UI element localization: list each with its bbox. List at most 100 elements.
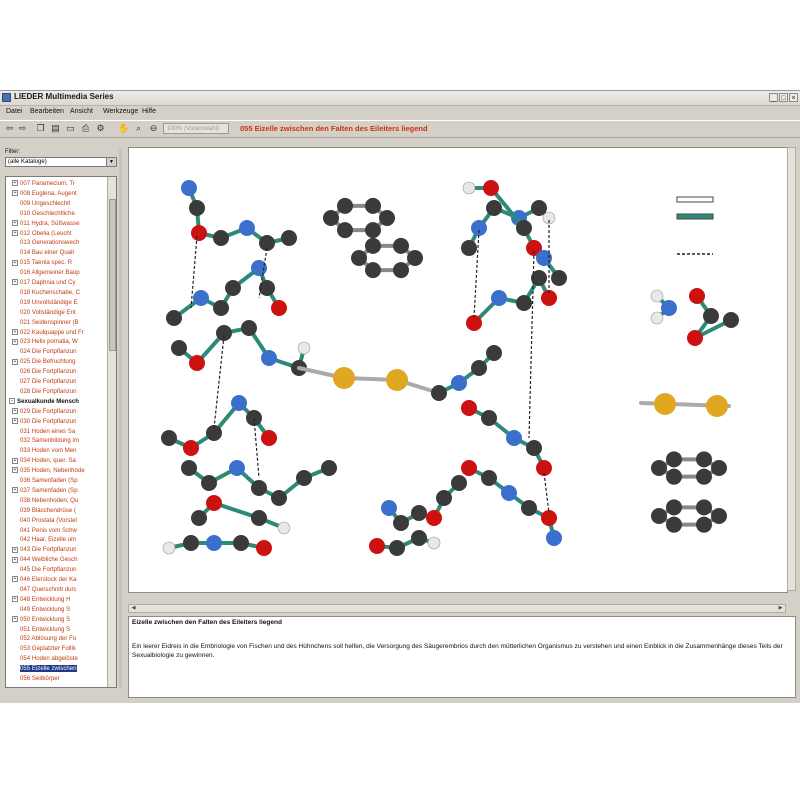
tree-item[interactable]: 040 Prostata (Vorstel xyxy=(12,516,116,525)
viewer-vertical-scrollbar[interactable] xyxy=(787,147,796,591)
tree-item[interactable]: 021 Seidenspinner (B xyxy=(12,318,116,327)
paste-icon[interactable]: ▤ xyxy=(50,123,61,134)
copy-icon[interactable]: ❐ xyxy=(35,123,46,134)
tree-item[interactable]: +008 Euglena, Augent xyxy=(12,189,116,198)
zoom-out-icon[interactable]: ⊖ xyxy=(148,123,159,134)
tree-item[interactable]: +025 Die Befruchtung xyxy=(12,357,116,366)
expand-icon[interactable]: + xyxy=(12,180,18,187)
print-icon[interactable]: ⎙ xyxy=(80,123,91,134)
chevron-down-icon[interactable]: ▼ xyxy=(106,158,116,166)
image-viewer[interactable] xyxy=(128,147,788,593)
back-arrow-icon[interactable]: ⇦ xyxy=(4,123,15,134)
tree-item[interactable]: 014 Bau einer Quall xyxy=(12,248,116,257)
tree-item[interactable]: 056 Seitkörper xyxy=(12,674,116,683)
expand-icon[interactable]: + xyxy=(12,328,18,335)
tree-item[interactable]: 038 Nebenhoden, Qu xyxy=(12,496,116,505)
tree-item[interactable]: 054 Hoden abgelöste xyxy=(12,654,116,663)
tree-item[interactable]: +050 Entwicklung S xyxy=(12,615,116,624)
tree-item[interactable]: +015 Taenia spec. R xyxy=(12,258,116,267)
scroll-left-icon[interactable]: ◀ xyxy=(129,605,138,612)
tree-item[interactable]: 047 Querschnitt durc xyxy=(12,585,116,594)
zoom-level-field[interactable]: 100% (Vorauswahl) xyxy=(163,123,229,134)
tree-item[interactable]: 027 Die Fortpflanzun xyxy=(12,377,116,386)
expand-icon[interactable]: + xyxy=(12,487,18,494)
expand-icon[interactable]: + xyxy=(12,229,18,236)
atom-c xyxy=(296,470,312,486)
expand-icon[interactable]: + xyxy=(12,546,18,553)
tree-section[interactable]: - Sexualkunde Mensch xyxy=(9,397,113,406)
tree-item[interactable]: 053 Geplatzter Follik xyxy=(12,644,116,653)
tree-item[interactable]: +007 Paramecium, Tr xyxy=(12,179,116,188)
expand-icon[interactable]: + xyxy=(12,556,18,563)
tree-item[interactable]: 024 Die Fortpflanzun xyxy=(12,347,116,356)
collapse-icon[interactable]: - xyxy=(9,398,15,405)
expand-icon[interactable]: + xyxy=(12,576,18,583)
tree-item[interactable]: +017 Daphnia und Cy xyxy=(12,278,116,287)
settings-icon[interactable]: ⚙ xyxy=(95,123,106,134)
expand-icon[interactable]: + xyxy=(12,259,18,266)
forward-arrow-icon[interactable]: ⇨ xyxy=(17,123,28,134)
expand-icon[interactable]: + xyxy=(12,219,18,226)
scroll-right-icon[interactable]: ▶ xyxy=(776,605,785,612)
tree-item[interactable]: 041 Penis vom Schw xyxy=(12,526,116,535)
expand-icon[interactable]: + xyxy=(12,279,18,286)
filter-select[interactable]: (alle Kataloge) ▼ xyxy=(5,157,117,167)
tree-item[interactable]: +035 Hoden, Nebenhode xyxy=(12,466,116,475)
tree-item[interactable]: +012 Obelia (Leucht xyxy=(12,229,116,238)
tree-item[interactable]: +044 Weibliche Gesch xyxy=(12,555,116,564)
pane-splitter[interactable] xyxy=(119,149,122,689)
menu-datei[interactable]: Datei xyxy=(6,108,22,115)
catalog-tree[interactable]: +007 Paramecium, Tr +008 Euglena, Augent 0… xyxy=(5,176,117,688)
expand-icon[interactable]: + xyxy=(12,457,18,464)
tree-item[interactable]: +030 Die Fortpflanzun xyxy=(12,417,116,426)
zoom-icon[interactable]: ⌕ xyxy=(133,123,144,134)
menu-bearbeiten[interactable]: Bearbeiten xyxy=(30,108,64,115)
document-icon[interactable]: ▭ xyxy=(65,123,76,134)
tree-item[interactable]: +029 Die Fortpflanzun xyxy=(12,407,116,416)
tree-item[interactable]: +043 Die Fortpflanzun xyxy=(12,545,116,554)
tree-item[interactable]: 009 Ungeschlechtl xyxy=(12,199,116,208)
tree-item[interactable]: 016 Allgemeiner Baup xyxy=(12,268,116,277)
tree-item[interactable]: +048 Entwicklung H xyxy=(12,595,116,604)
menu-werkzeuge[interactable]: Werkzeuge xyxy=(103,108,138,115)
expand-icon[interactable]: + xyxy=(12,596,18,603)
tree-item[interactable]: 013 Generationswech xyxy=(12,238,116,247)
viewer-horizontal-scrollbar[interactable]: ◀ ▶ xyxy=(128,604,786,613)
expand-icon[interactable]: + xyxy=(12,338,18,345)
expand-icon[interactable]: + xyxy=(12,408,18,415)
minimize-button[interactable]: _ xyxy=(769,93,778,102)
tree-item[interactable]: 020 Vollständige Ent xyxy=(12,308,116,317)
tree-item[interactable]: +046 Eierstock der Ka xyxy=(12,575,116,584)
tree-item[interactable]: +011 Hydra, Süßwasse xyxy=(12,219,116,228)
tree-item[interactable]: 039 Bläschendrüse ( xyxy=(12,506,116,515)
tree-item[interactable]: +022 Kaulquappe und Fr xyxy=(12,328,116,337)
tree-item[interactable]: 028 Die Fortpflanzun xyxy=(12,387,116,396)
tree-item[interactable]: 049 Entwicklung S xyxy=(12,605,116,614)
hand-icon[interactable]: ✋ xyxy=(118,123,129,134)
tree-item[interactable]: +034 Hoden, quer. Sa xyxy=(12,456,116,465)
tree-item[interactable]: 042 Haar, Eizelle um xyxy=(12,535,116,544)
tree-item[interactable]: 045 Die Fortpflanzun xyxy=(12,565,116,574)
tree-item[interactable]: 032 Samenbildung im xyxy=(12,436,116,445)
tree-item[interactable]: 051 Entwicklung S xyxy=(12,625,116,634)
expand-icon[interactable]: + xyxy=(12,467,18,474)
tree-item[interactable]: 026 Die Fortpflanzun xyxy=(12,367,116,376)
tree-item[interactable]: +023 Helix pomatia, W xyxy=(12,337,116,346)
tree-item[interactable]: +037 Samenfaden (Sp xyxy=(12,486,116,495)
tree-item[interactable]: 036 Samenfaden (Sp xyxy=(12,476,116,485)
menu-hilfe[interactable]: Hilfe xyxy=(142,108,156,115)
tree-item[interactable]: 031 Hoden eines Sa xyxy=(12,427,116,436)
tree-item[interactable]: 010 Geschlechtliche xyxy=(12,209,116,218)
maximize-button[interactable]: □ xyxy=(779,93,788,102)
expand-icon[interactable]: + xyxy=(12,190,18,197)
expand-icon[interactable]: + xyxy=(12,615,18,622)
tree-item[interactable]: 033 Hoden vom Men xyxy=(12,446,116,455)
close-button[interactable]: × xyxy=(789,93,798,102)
menu-ansicht[interactable]: Ansicht xyxy=(70,108,93,115)
expand-icon[interactable]: + xyxy=(12,417,18,424)
tree-item[interactable]: 055 Eizelle zwischen xyxy=(12,664,116,673)
tree-item[interactable]: 019 Unvollständige E xyxy=(12,298,116,307)
expand-icon[interactable]: + xyxy=(12,358,18,365)
tree-item[interactable]: 018 Kuchenschabe, C xyxy=(12,288,116,297)
tree-item[interactable]: 052 Ablösung der Fo xyxy=(12,634,116,643)
